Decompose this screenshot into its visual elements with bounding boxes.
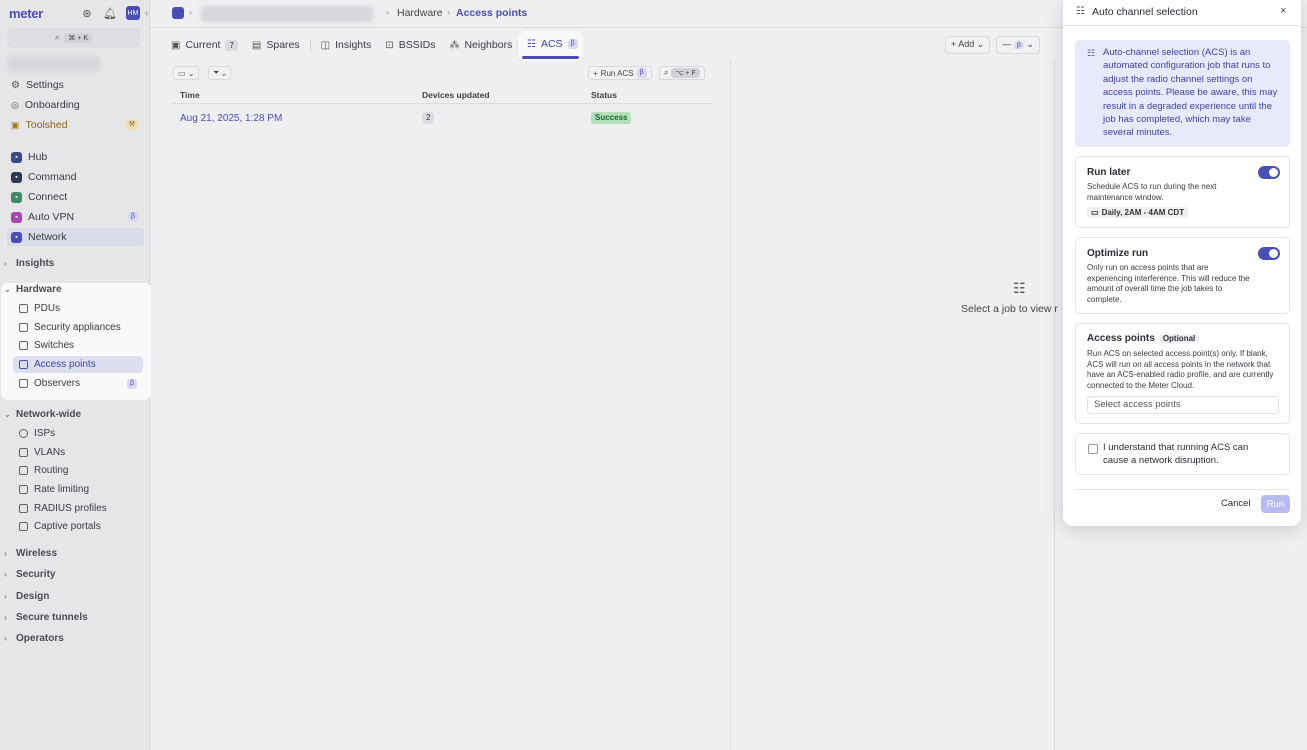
optional-badge: Optional [1158, 334, 1200, 343]
info-callout: ☷ Auto-channel selection (ACS) is an aut… [1075, 40, 1290, 147]
acs-dialog: ☷ Auto channel selection × ☷ Auto-channe… [1063, 0, 1301, 526]
schedule-text: Daily, 2AM - 4AM CDT [1101, 208, 1185, 217]
acs-icon: ☷ [1087, 48, 1096, 58]
run-later-card: Run later Schedule ACS to run during the… [1075, 156, 1290, 228]
info-text: Auto-channel selection (ACS) is an autom… [1103, 47, 1278, 139]
schedule-badge: ▭ Daily, 2AM - 4AM CDT [1087, 207, 1189, 218]
confirm-checkbox[interactable] [1088, 444, 1098, 454]
cancel-button[interactable]: Cancel [1218, 496, 1254, 511]
confirm-card: I understand that running ACS can cause … [1075, 433, 1290, 475]
dialog-header: ☷ Auto channel selection × [1063, 0, 1301, 26]
run-later-desc: Schedule ACS to run during the next main… [1087, 182, 1217, 202]
dialog-title: Auto channel selection [1092, 6, 1198, 18]
access-points-desc: Run ACS on selected access point(s) only… [1087, 349, 1274, 390]
access-points-title: Access points Optional [1087, 333, 1200, 344]
run-button[interactable]: Run [1261, 495, 1290, 513]
calendar-icon: ▭ [1091, 208, 1099, 217]
access-points-select[interactable]: Select access points [1087, 396, 1279, 414]
optimize-toggle[interactable] [1258, 247, 1280, 260]
access-points-card: Access points Optional Run ACS on select… [1075, 323, 1290, 424]
optimize-run-card: Optimize run Only run on access points t… [1075, 237, 1290, 314]
close-icon[interactable]: × [1280, 5, 1286, 17]
optimize-title: Optimize run [1087, 248, 1149, 259]
confirm-label[interactable]: I understand that running ACS can cause … [1103, 441, 1273, 467]
access-points-label: Access points [1087, 333, 1155, 344]
acs-icon: ☷ [1076, 6, 1085, 17]
run-later-title: Run later [1087, 167, 1131, 178]
footer-divider [1075, 489, 1290, 490]
run-later-toggle[interactable] [1258, 166, 1280, 179]
optimize-desc: Only run on access points that are exper… [1087, 263, 1250, 304]
